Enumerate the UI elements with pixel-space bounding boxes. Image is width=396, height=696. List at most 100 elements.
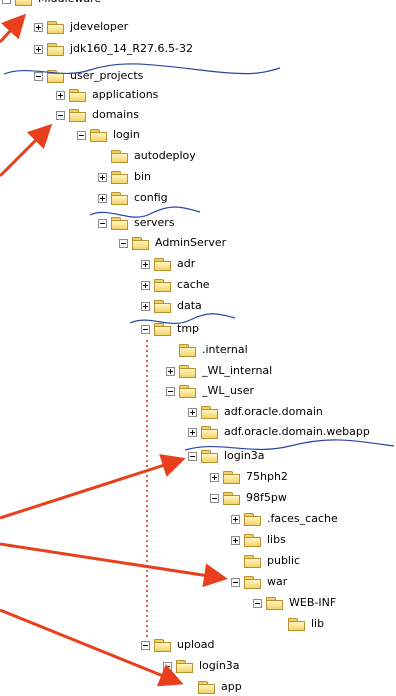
minus-box-icon[interactable] — [231, 577, 240, 587]
tree-node[interactable]: autodeploy — [98, 147, 196, 165]
tree-node[interactable]: AdminServer — [119, 234, 226, 252]
tree-node-label: domains — [92, 108, 139, 121]
tree-node-label: app — [221, 680, 242, 693]
tree-node[interactable]: _WL_user — [166, 382, 254, 400]
tree-node[interactable]: Middleware — [2, 0, 101, 8]
plus-box-icon[interactable] — [56, 90, 65, 100]
plus-box-icon[interactable] — [98, 172, 107, 182]
minus-box-icon[interactable] — [210, 493, 219, 503]
tree-node-label: adf.oracle.domain — [224, 405, 323, 418]
folder-icon — [201, 405, 219, 419]
tree-node[interactable]: servers — [98, 214, 175, 232]
tree-node-label: war — [267, 575, 288, 588]
minus-box-icon[interactable] — [141, 324, 150, 334]
tree-node[interactable]: upload — [141, 636, 214, 654]
tree-node[interactable]: tmp — [141, 320, 199, 338]
tree-node[interactable]: war — [231, 573, 287, 591]
tree-node-label: libs — [267, 533, 286, 546]
tree-node[interactable]: user_projects — [34, 67, 143, 85]
tree-node[interactable]: bin — [98, 168, 151, 186]
tree-node[interactable]: libs — [231, 531, 286, 549]
tree-node-label: bin — [134, 170, 152, 183]
tree-node[interactable]: adr — [141, 255, 195, 273]
plus-box-icon[interactable] — [210, 472, 219, 482]
plus-box-icon[interactable] — [231, 514, 240, 524]
minus-box-icon[interactable] — [119, 238, 128, 248]
folder-icon — [111, 191, 129, 205]
plus-box-icon[interactable] — [166, 366, 175, 376]
tree-node[interactable]: _WL_internal — [166, 362, 272, 380]
folder-icon — [179, 343, 197, 357]
folder-icon — [201, 449, 219, 463]
folder-icon — [47, 42, 65, 56]
minus-box-icon[interactable] — [56, 110, 65, 120]
tree-node[interactable]: jdk160_14_R27.6.5-32 — [34, 40, 193, 58]
plus-box-icon[interactable] — [231, 535, 240, 545]
folder-icon — [154, 257, 172, 271]
tree-node[interactable]: config — [98, 189, 168, 207]
tree-node-label: autodeploy — [134, 149, 196, 162]
plus-box-icon[interactable] — [188, 427, 197, 437]
minus-box-icon[interactable] — [163, 661, 172, 671]
plus-box-icon[interactable] — [34, 22, 43, 32]
tree-node[interactable]: domains — [56, 106, 139, 124]
tree-node[interactable]: .internal — [166, 341, 248, 359]
plus-box-icon[interactable] — [141, 280, 150, 290]
minus-box-icon[interactable] — [98, 218, 107, 228]
folder-icon — [69, 108, 87, 122]
minus-box-icon[interactable] — [34, 71, 43, 81]
minus-box-icon[interactable] — [253, 598, 262, 608]
tree-node[interactable]: adf.oracle.domain — [188, 403, 323, 421]
plus-box-icon[interactable] — [188, 407, 197, 417]
folder-icon — [47, 69, 65, 83]
tree-node-label: adr — [177, 257, 196, 270]
folder-icon — [266, 596, 284, 610]
minus-box-icon[interactable] — [141, 640, 150, 650]
tree-node[interactable]: login3a — [188, 447, 265, 465]
tree-node-label: tmp — [177, 322, 200, 335]
minus-box-icon[interactable] — [77, 130, 86, 140]
folder-icon — [244, 554, 262, 568]
minus-box-icon[interactable] — [188, 451, 197, 461]
tree-node[interactable]: applications — [56, 86, 158, 104]
plus-box-icon[interactable] — [34, 44, 43, 54]
tree-node-label: Middleware — [38, 0, 101, 6]
tree-node[interactable]: 75hph2 — [210, 468, 288, 486]
tree-node-label: 98f5pw — [246, 491, 287, 504]
tree-node-label: _WL_internal — [202, 364, 273, 377]
folder-icon — [90, 128, 108, 142]
tree-node-label: login — [113, 128, 140, 141]
minus-box-icon[interactable] — [166, 386, 175, 396]
minus-box-icon[interactable] — [2, 0, 11, 4]
tree-node-label: .internal — [202, 343, 248, 356]
tree-node[interactable]: 98f5pw — [210, 489, 287, 507]
tree-node[interactable]: lib — [275, 615, 324, 633]
tree-node[interactable]: jdeveloper — [34, 18, 128, 36]
tree-node[interactable]: login3a — [163, 657, 240, 675]
tree-node[interactable]: adf.oracle.domain.webapp — [188, 423, 370, 441]
tree-node-label: applications — [92, 88, 159, 101]
folder-icon — [15, 0, 33, 6]
folder-icon — [154, 638, 172, 652]
tree-node-label: config — [134, 191, 168, 204]
tree-node[interactable]: cache — [141, 276, 210, 294]
folder-icon — [111, 216, 129, 230]
tree-node[interactable]: data — [141, 297, 202, 315]
tree-node[interactable]: public — [231, 552, 300, 570]
tree-node-label: AdminServer — [155, 236, 227, 249]
folder-icon — [179, 384, 197, 398]
plus-box-icon[interactable] — [98, 193, 107, 203]
tree-node[interactable]: app — [185, 678, 242, 696]
tree-node-label: adf.oracle.domain.webapp — [224, 425, 370, 438]
plus-box-icon[interactable] — [141, 259, 150, 269]
tree-node[interactable]: .faces_cache — [231, 510, 338, 528]
folder-icon — [111, 170, 129, 184]
folder-icon — [244, 533, 262, 547]
tree-node-label: login3a — [199, 659, 240, 672]
folder-icon — [176, 659, 194, 673]
tree-node-label: .faces_cache — [267, 512, 338, 525]
tree-node[interactable]: login — [77, 126, 140, 144]
plus-box-icon[interactable] — [141, 301, 150, 311]
folder-icon — [47, 20, 65, 34]
tree-node[interactable]: WEB-INF — [253, 594, 336, 612]
